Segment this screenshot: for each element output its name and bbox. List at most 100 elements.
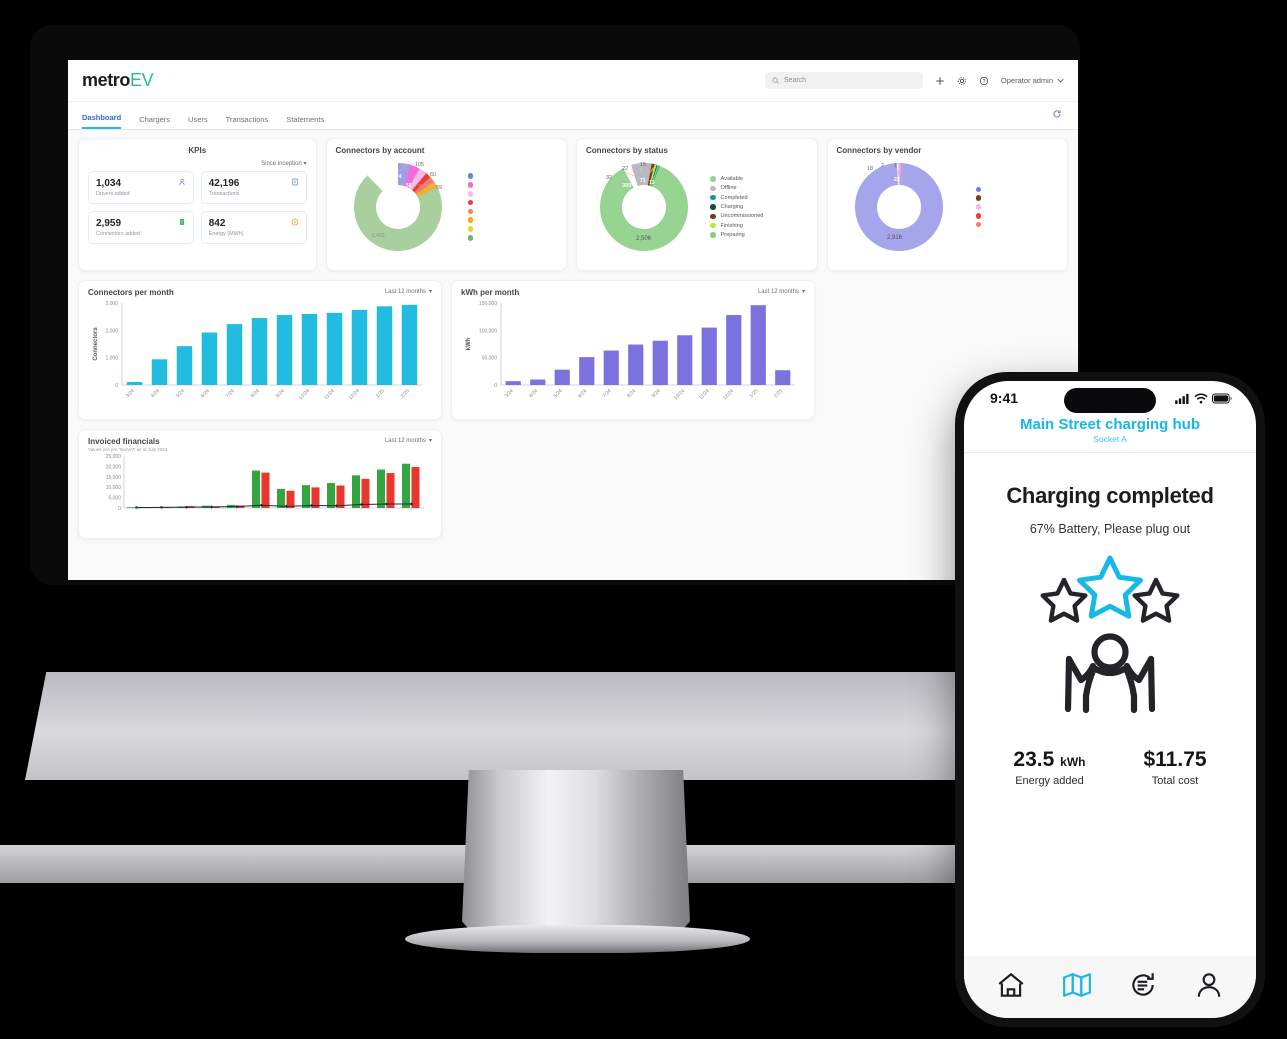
tab-transactions[interactable]: Transactions — [226, 115, 269, 129]
phone-body: Charging completed 67% Battery, Please p… — [964, 453, 1256, 956]
bar[interactable] — [377, 469, 385, 508]
bar[interactable] — [261, 472, 270, 508]
brand-logo[interactable]: metroEV — [82, 70, 154, 91]
bar[interactable] — [251, 318, 268, 385]
bar[interactable] — [301, 313, 318, 385]
legend-dot — [467, 208, 474, 215]
bar[interactable] — [352, 475, 360, 508]
bar[interactable] — [326, 312, 343, 385]
x-axis-tick: 8/24 — [250, 388, 261, 399]
bar[interactable] — [628, 344, 644, 385]
kpi-value: 1,034 — [96, 178, 122, 189]
bar[interactable] — [775, 370, 791, 385]
kpi-card: KPIs Since inception ▾ 1,034 Drivers add… — [78, 138, 317, 271]
kpi-label: Drivers added — [96, 191, 130, 197]
tab-users[interactable]: Users — [188, 115, 208, 129]
help-icon[interactable]: ? — [979, 76, 989, 86]
kpi-filter-dropdown[interactable]: Since inception ▾ — [88, 160, 306, 167]
bar[interactable] — [176, 346, 193, 385]
chart-title: Connectors by account — [335, 146, 425, 155]
bar[interactable] — [252, 470, 260, 508]
bar[interactable] — [402, 463, 410, 508]
profile-icon[interactable] — [1194, 970, 1224, 1005]
slice-label: 58 — [406, 183, 412, 189]
bar[interactable] — [276, 315, 293, 385]
search-input[interactable]: Search — [764, 72, 923, 89]
bar[interactable] — [554, 369, 570, 385]
legend-item-completed[interactable]: Completed — [710, 195, 763, 201]
kpi-label: Energy (MWh) — [208, 231, 244, 237]
bar[interactable] — [603, 350, 619, 385]
legend-item[interactable] — [975, 186, 982, 193]
bar[interactable] — [127, 507, 135, 508]
bar[interactable] — [579, 357, 595, 385]
bar[interactable] — [701, 327, 717, 385]
user-menu[interactable]: Operator admin — [1001, 76, 1064, 85]
connectors-period-dropdown[interactable]: Last 12 months ▾ — [385, 288, 432, 296]
legend-item[interactable] — [467, 208, 474, 215]
kpi-energy[interactable]: 842 Energy (MWh) — [200, 211, 307, 244]
bar[interactable] — [286, 490, 295, 508]
legend-item-offline[interactable]: Offline — [710, 185, 763, 191]
legend-item[interactable] — [975, 204, 982, 210]
bar[interactable] — [401, 304, 418, 385]
bar[interactable] — [311, 487, 320, 508]
kwh-period-dropdown[interactable]: Last 12 months ▾ — [758, 288, 805, 296]
legend-item-available[interactable]: Available — [710, 176, 763, 182]
history-icon[interactable] — [1128, 970, 1158, 1005]
bar[interactable] — [677, 335, 693, 385]
legend-item[interactable] — [975, 221, 982, 228]
kpi-drivers-added[interactable]: 1,034 Drivers added — [88, 171, 194, 204]
kpi-connectors-added[interactable]: 2,959 Connectors added — [88, 211, 194, 244]
tab-dashboard[interactable]: Dashboard — [82, 113, 122, 129]
bar[interactable] — [652, 340, 668, 385]
legend-item[interactable] — [467, 182, 474, 188]
y-axis-tick: 1,000 — [105, 356, 118, 362]
map-icon[interactable] — [1062, 970, 1092, 1005]
gear-icon[interactable] — [957, 76, 967, 86]
svg-text:?: ? — [983, 79, 986, 85]
legend-item-preparing[interactable]: Preparing — [710, 232, 763, 238]
bar[interactable] — [201, 332, 218, 385]
tab-statements[interactable]: Statements — [286, 115, 324, 129]
legend-item-charging[interactable]: Charging — [710, 204, 763, 210]
legend-item[interactable] — [975, 195, 982, 201]
bar[interactable] — [126, 381, 143, 385]
bar[interactable] — [411, 467, 420, 508]
bar[interactable] — [505, 381, 521, 385]
legend-item-finishing[interactable]: Finishing — [710, 223, 763, 229]
bar[interactable] — [351, 309, 368, 385]
tab-chargers[interactable]: Chargers — [139, 115, 170, 129]
bar[interactable] — [336, 485, 345, 508]
bar[interactable] — [361, 478, 370, 508]
legend-item[interactable] — [467, 226, 474, 232]
bar[interactable] — [750, 305, 766, 385]
legend-item[interactable] — [467, 173, 474, 179]
bar[interactable] — [376, 306, 393, 385]
bar[interactable] — [530, 379, 546, 385]
bar[interactable] — [226, 324, 243, 385]
x-axis-tick: 4/24 — [150, 388, 161, 399]
chart-title: Connectors by status — [586, 146, 668, 155]
legend-item[interactable] — [467, 199, 474, 206]
legend-item[interactable] — [467, 217, 474, 223]
y-axis-tick: 15,000 — [106, 475, 122, 481]
invoiced-period-dropdown[interactable]: Last 12 months ▾ — [385, 437, 432, 445]
bar-chart-invoiced: 0 5,000 10,000 15,000 20,000 25,000 — [106, 454, 424, 512]
home-icon[interactable] — [996, 970, 1026, 1005]
bar[interactable] — [327, 483, 335, 508]
legend-item-uncommissioned[interactable]: Uncommissioned — [710, 213, 763, 219]
legend-item[interactable] — [975, 213, 982, 219]
bar[interactable] — [151, 359, 168, 385]
refresh-icon[interactable] — [1052, 106, 1062, 124]
plus-icon[interactable] — [935, 76, 945, 86]
bar[interactable] — [726, 315, 742, 385]
bar[interactable] — [277, 488, 285, 508]
stat-total-cost: $11.75 Total cost — [1143, 748, 1206, 787]
kpi-value: 42,196 — [208, 178, 240, 189]
legend-item[interactable] — [467, 235, 474, 241]
legend-item[interactable] — [467, 191, 474, 197]
kpi-transactions[interactable]: 42,196 Transactions — [200, 171, 307, 204]
bar[interactable] — [386, 473, 395, 508]
bar[interactable] — [302, 485, 310, 508]
